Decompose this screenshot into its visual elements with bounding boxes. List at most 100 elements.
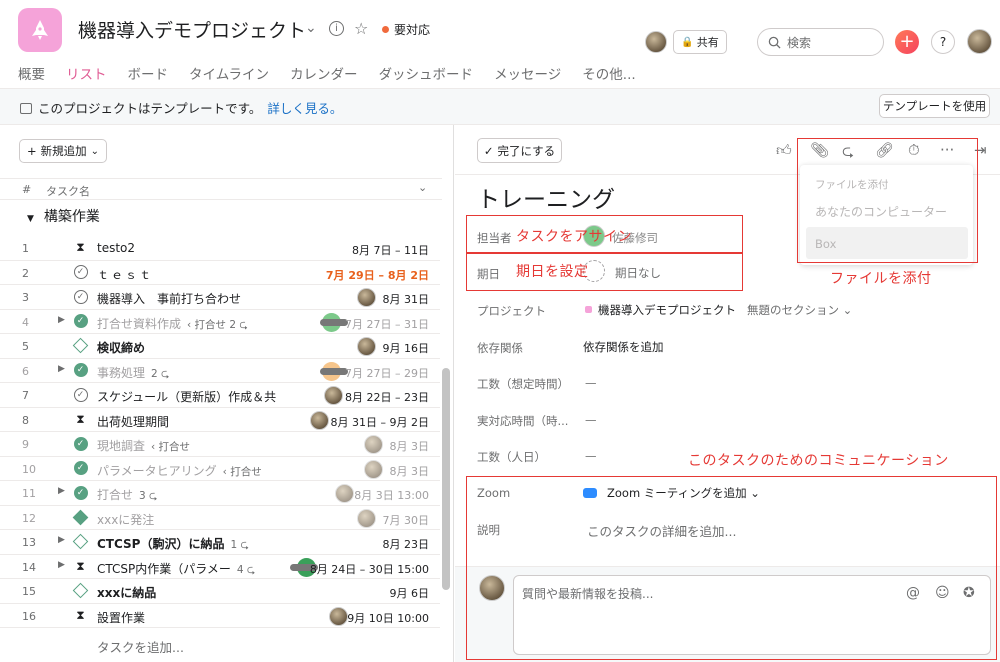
estimate-value[interactable]: —	[585, 376, 597, 390]
tab-board[interactable]: ボード	[128, 63, 169, 83]
milestone-icon[interactable]	[72, 533, 89, 550]
due-date[interactable]: 9月 6日	[390, 585, 430, 601]
add-task-link[interactable]: タスクを追加...	[97, 637, 184, 656]
info-icon[interactable]: i	[329, 21, 344, 36]
share-button[interactable]: 🔒 共有	[673, 30, 727, 54]
table-row[interactable]: 2 ✓ ｔｅｓｔ 7月 29日 – 8月 2日	[0, 261, 440, 285]
table-row[interactable]: 4 ▶ ✓ 打合せ資料作成 ‹ 打合せ 2 ⮎ 7月 27日 – 31日	[0, 310, 440, 335]
check-circle-filled-icon[interactable]: ✓	[73, 314, 88, 328]
assignee-avatar[interactable]	[357, 508, 376, 528]
due-date[interactable]: 9月 16日	[383, 340, 430, 356]
task-name[interactable]: CTCSP（駒沢）に納品 1 ⮎	[97, 535, 249, 555]
due-date[interactable]: 7月 29日 – 8月 2日	[326, 267, 429, 283]
task-title[interactable]: トレーニング	[477, 180, 615, 214]
assignee-avatar[interactable]	[357, 337, 376, 356]
task-name[interactable]: xxxに発注	[97, 511, 154, 528]
assignee-avatar[interactable]	[310, 410, 329, 430]
table-row[interactable]: 3 ✓ 機器導入 事前打ち合わせ 8月 31日	[0, 285, 440, 310]
assignee-avatar[interactable]	[329, 606, 348, 626]
task-name[interactable]: 現地調査 ‹ 打合せ	[97, 437, 190, 454]
check-circle-filled-icon[interactable]: ✓	[73, 436, 88, 451]
table-row[interactable]: 8 ⧗ 出荷処理期間 8月 31日 – 9月 2日	[0, 408, 440, 432]
tab-dashboard[interactable]: ダッシュボード	[379, 63, 474, 83]
check-circle-icon[interactable]: ✓	[73, 265, 88, 279]
due-date[interactable]: 8月 22日 – 23日	[345, 389, 429, 405]
actual-time-value[interactable]: —	[585, 413, 597, 427]
section-select[interactable]: 無題のセクション ⌄	[747, 302, 852, 318]
expand-icon[interactable]: ▶	[58, 535, 65, 545]
help-button[interactable]: ?	[931, 30, 955, 54]
check-circle-icon[interactable]: ✓	[73, 387, 88, 402]
assignee-avatar[interactable]	[335, 484, 354, 503]
table-row[interactable]: 15 xxxに納品 9月 6日	[0, 579, 440, 604]
table-row[interactable]: 1 ⧗ testo2 8月 7日 – 11日	[0, 236, 440, 261]
task-name[interactable]: 検収締め	[97, 339, 145, 356]
assignee-avatar[interactable]	[357, 288, 376, 307]
tab-calendar[interactable]: カレンダー	[290, 63, 358, 83]
expand-icon[interactable]: ▶	[58, 315, 65, 325]
expand-icon[interactable]: ▶	[58, 486, 65, 496]
column-task-header[interactable]: タスク名	[46, 183, 90, 199]
due-date[interactable]: 8月 31日	[383, 291, 430, 307]
table-row[interactable]: 12 xxxに発注 7月 30日	[0, 506, 440, 530]
tab-overview[interactable]: 概要	[18, 63, 45, 83]
table-row[interactable]: 6 ▶ ✓ 事務処理 2 ⮎ 7月 27日 – 29日	[0, 359, 440, 384]
task-name[interactable]: ｔｅｓｔ	[97, 266, 153, 283]
user-avatar[interactable]	[967, 29, 992, 54]
table-row[interactable]: 11 ▶ ✓ 打合せ 3 ⮎ 8月 3日 13:00	[0, 481, 440, 506]
assignee-avatar[interactable]	[364, 435, 383, 454]
add-dependency-link[interactable]: 依存関係を追加	[583, 339, 664, 355]
search-input[interactable]: 検索	[757, 28, 884, 56]
table-row[interactable]: 16 ⧗ 設置作業 9月 10日 10:00	[0, 604, 440, 628]
task-name[interactable]: パラメータヒアリング ‹ 打合せ	[97, 462, 262, 479]
status-badge[interactable]: 要対応	[382, 21, 430, 38]
due-date[interactable]: 8月 3日	[390, 438, 430, 454]
due-date[interactable]: 7月 27日 – 29日	[345, 365, 429, 381]
milestone-icon[interactable]	[72, 337, 89, 354]
assignee-avatar[interactable]	[364, 459, 383, 479]
task-name[interactable]: スケジュール（更新版）作成＆共	[97, 388, 276, 405]
due-date[interactable]: 8月 3日 13:00	[354, 487, 429, 503]
due-date[interactable]: 8月 24日 – 30日 15:00	[310, 561, 429, 577]
table-row[interactable]: 5 検収締め 9月 16日	[0, 334, 440, 359]
check-circle-filled-icon[interactable]: ✓	[73, 461, 88, 475]
due-date[interactable]: 8月 7日 – 11日	[352, 242, 429, 258]
task-name[interactable]: xxxに納品	[97, 584, 156, 601]
tab-list[interactable]: リスト	[66, 63, 107, 83]
new-task-button[interactable]: + 新規追加 ⌄	[19, 139, 107, 163]
project-value[interactable]: 機器導入デモプロジェクト	[585, 302, 736, 318]
check-circle-filled-icon[interactable]: ✓	[73, 363, 88, 377]
due-date[interactable]: 8月 3日	[390, 463, 430, 479]
project-title[interactable]: 機器導入デモプロジェクト	[78, 16, 306, 43]
chevron-down-icon[interactable]: ⌄	[418, 181, 427, 194]
task-name[interactable]: CTCSP内作業（パラメー 4 ⮎	[97, 560, 255, 580]
table-row[interactable]: 7 ✓ スケジュール（更新版）作成＆共 8月 22日 – 23日	[0, 383, 440, 408]
task-name[interactable]: 打合せ 3 ⮎	[97, 486, 157, 506]
task-name[interactable]: 設置作業	[97, 609, 145, 626]
milestone-filled-icon[interactable]	[72, 509, 89, 525]
due-date[interactable]: 9月 10日 10:00	[347, 610, 429, 626]
task-name[interactable]: 事務処理 2 ⮎	[97, 364, 169, 384]
task-name[interactable]: testo2	[97, 241, 135, 255]
person-days-value[interactable]: —	[585, 449, 597, 463]
like-icon[interactable]: 👍︎	[776, 141, 792, 160]
mark-complete-button[interactable]: ✓ 完了にする	[477, 138, 562, 163]
milestone-icon[interactable]	[72, 582, 89, 599]
table-row[interactable]: 9 ✓ 現地調査 ‹ 打合せ 8月 3日	[0, 432, 440, 457]
assignee-avatar[interactable]	[324, 386, 343, 405]
check-circle-filled-icon[interactable]: ✓	[73, 485, 88, 500]
star-icon[interactable]: ☆	[354, 19, 368, 38]
list-scrollbar[interactable]	[442, 368, 450, 590]
quick-add-button[interactable]: +	[895, 30, 919, 54]
task-name[interactable]: 機器導入 事前打ち合わせ	[97, 290, 241, 307]
expand-icon[interactable]: ▶	[58, 560, 65, 570]
tab-more[interactable]: その他...	[582, 63, 635, 83]
task-name[interactable]: 打合せ資料作成 ‹ 打合せ 2 ⮎	[97, 315, 248, 335]
due-date[interactable]: 7月 27日 – 31日	[345, 316, 429, 332]
table-row[interactable]: 14 ▶ ⧗ CTCSP内作業（パラメー 4 ⮎ 8月 24日 – 30日 15:…	[0, 555, 440, 580]
expand-icon[interactable]: ▶	[58, 364, 65, 374]
member-avatar[interactable]	[645, 31, 667, 53]
section-header[interactable]: ▼ 構築作業	[27, 206, 100, 226]
tab-messages[interactable]: メッセージ	[494, 63, 561, 83]
learn-more-link[interactable]: 詳しく見る。	[267, 101, 342, 116]
